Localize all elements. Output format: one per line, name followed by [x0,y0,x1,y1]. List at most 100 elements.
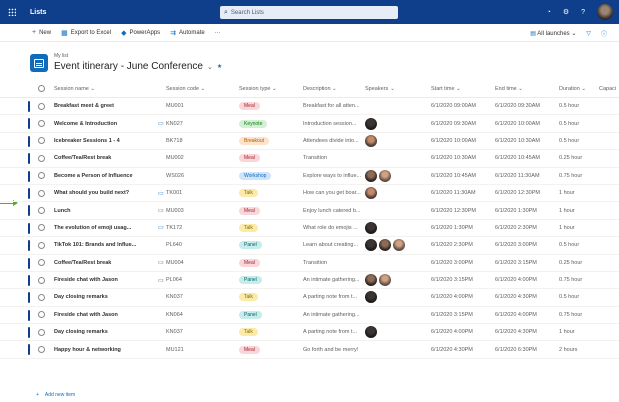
row-select-radio[interactable] [38,207,45,215]
gear-icon[interactable]: ⚙ [563,8,569,16]
filter-icon[interactable]: ▽ [586,30,591,37]
session-name[interactable]: Happy hour & networking [46,347,158,353]
add-new-item-button[interactable]: + Add new item [36,392,75,398]
table-row[interactable]: Day closing remarks KN037 Talk A parting no… [0,324,619,342]
session-name[interactable]: The evolution of emoji usag... [46,225,158,231]
more-button[interactable]: ··· [215,30,221,36]
comment-icon[interactable]: ▭ [158,277,166,284]
breadcrumb[interactable]: My list [54,53,68,59]
table-row[interactable]: Happy hour & networking MU121 Meal Go forth… [0,341,619,359]
row-select-radio[interactable] [38,120,45,128]
search-input[interactable]: ⌕ Search Lists [220,6,398,19]
speaker-avatar[interactable] [365,291,377,304]
header-end-time[interactable]: End time ⌄ [495,86,559,92]
table-row[interactable]: Welcome & Introduction ▭ KN027 Keynote Intro… [0,115,619,133]
powerapps-button[interactable]: ◆ PowerApps [121,29,160,37]
header-capacity[interactable]: Capaci [599,86,619,92]
header-session-name[interactable]: Session name ⌄ [46,86,158,92]
speaker-avatar[interactable] [365,326,377,339]
speaker-avatar[interactable] [393,239,405,252]
row-accent-bar [28,101,30,112]
automate-button[interactable]: ⇉ Automate [170,29,205,37]
table-row[interactable]: The evolution of emoji usag... ▭ TK172 Talk… [0,220,619,238]
speaker-avatar[interactable] [379,169,391,182]
header-session-type[interactable]: Session type ⌄ [239,86,303,92]
table-row[interactable]: Fireside chat with Jason ▭ PL064 Panel An in… [0,272,619,290]
header-speakers[interactable]: Speakers ⌄ [365,86,431,92]
header-start-time[interactable]: Start time ⌄ [431,86,495,92]
row-select-radio[interactable] [38,328,45,336]
row-select-radio[interactable] [38,259,45,267]
speaker-avatar[interactable] [365,169,377,182]
speaker-avatar[interactable] [365,187,377,200]
table-row[interactable]: TikTok 101: Brands and Influe... PL640 Pan… [0,237,619,255]
session-name[interactable]: What should you build next? [46,190,158,196]
row-select-radio[interactable] [38,189,45,197]
speaker-avatar[interactable] [365,221,377,234]
comment-icon[interactable]: ▭ [158,190,166,197]
speaker-avatar[interactable] [365,274,377,287]
bell-icon[interactable]: ◔ [547,9,551,16]
row-select-radio[interactable] [38,154,45,162]
select-all-radio[interactable] [38,85,45,92]
session-name[interactable]: Day closing remarks [46,329,158,335]
row-select-radio[interactable] [38,346,45,354]
comment-icon[interactable]: ▭ [158,224,166,231]
table-row[interactable]: Coffee/Tea/Rest break ▭ MU004 Meal Transitio… [0,255,619,272]
table-row[interactable]: Breakfast meet & greet MU001 Meal Breakfast… [0,98,619,116]
view-selector[interactable]: ▤ All launches ⌄ [530,30,576,37]
help-icon[interactable]: ? [581,9,585,16]
session-name[interactable]: Lunch [46,208,158,214]
row-select-radio[interactable] [38,276,45,284]
header-session-code[interactable]: Session code ⌄ [166,86,239,92]
avatar[interactable] [597,4,613,20]
row-select-radio[interactable] [38,172,45,180]
session-name[interactable]: Fireside chat with Jason [46,312,158,318]
header-duration[interactable]: Duration ⌄ [559,86,599,92]
row-select-radio[interactable] [38,311,45,319]
comment-icon[interactable]: ▭ [158,207,166,214]
header-description[interactable]: Description ⌄ [303,86,365,92]
speaker-avatar[interactable] [365,134,377,147]
waffle-icon[interactable] [0,0,24,24]
speaker-avatar[interactable] [365,239,377,252]
page-title[interactable]: Event itinerary - June Conference ⌄ ★ [54,61,222,72]
session-name[interactable]: Fireside chat with Jason [46,277,158,283]
session-name[interactable]: Become a Person of Influence [46,173,158,179]
session-name[interactable]: Coffee/Tea/Rest break [46,260,158,266]
speaker-avatar[interactable] [379,239,391,252]
app-name[interactable]: Lists [30,9,46,16]
session-name[interactable]: Day closing remarks [46,294,158,300]
session-name[interactable]: Welcome & Introduction [46,121,158,127]
speaker-avatar[interactable] [379,274,391,287]
export-excel-button[interactable]: ▦ Export to Excel [61,29,111,37]
row-select-radio[interactable] [38,293,45,301]
excel-icon: ▦ [61,29,68,37]
chevron-down-icon[interactable]: ⌄ [207,63,213,71]
session-code: MU004 [166,259,184,266]
table-row[interactable]: Icebreaker Sessions 1 - 4 BK718 Breakout At… [0,133,619,151]
view-controls: ▤ All launches ⌄ ▽ ⓘ [530,29,607,38]
row-select-radio[interactable] [38,102,45,110]
new-button[interactable]: + New [32,29,51,36]
info-icon[interactable]: ⓘ [601,29,607,38]
session-name[interactable]: TikTok 101: Brands and Influe... [46,242,158,248]
comment-icon[interactable]: ▭ [158,259,166,266]
session-name[interactable]: Breakfast meet & greet [46,103,158,109]
session-name[interactable]: Coffee/Tea/Rest break [46,155,158,161]
search-placeholder: Search Lists [230,9,264,16]
table-row[interactable]: Fireside chat with Jason KN064 Panel An int… [0,307,619,325]
table-row[interactable]: Become a Person of Influence WS026 Worksho… [0,168,619,185]
row-select-radio[interactable] [38,241,45,249]
speaker-avatar[interactable] [365,117,377,130]
comment-icon[interactable]: ▭ [158,120,166,127]
row-select-radio[interactable] [38,137,45,145]
session-name[interactable]: Icebreaker Sessions 1 - 4 [46,138,158,144]
table-row[interactable]: Coffee/Tea/Rest break MU002 Meal Transition… [0,150,619,168]
session-type-badge: Meal [239,102,260,111]
table-row[interactable]: Day closing remarks KN037 Talk A parting no… [0,289,619,307]
star-icon[interactable]: ★ [217,63,222,70]
table-row[interactable]: What should you build next? ▭ TK001 Talk How… [0,185,619,203]
table-row[interactable]: Lunch ▭ MU003 Meal Enjoy lunch catered b... 6… [0,202,619,220]
row-select-radio[interactable] [38,224,45,232]
